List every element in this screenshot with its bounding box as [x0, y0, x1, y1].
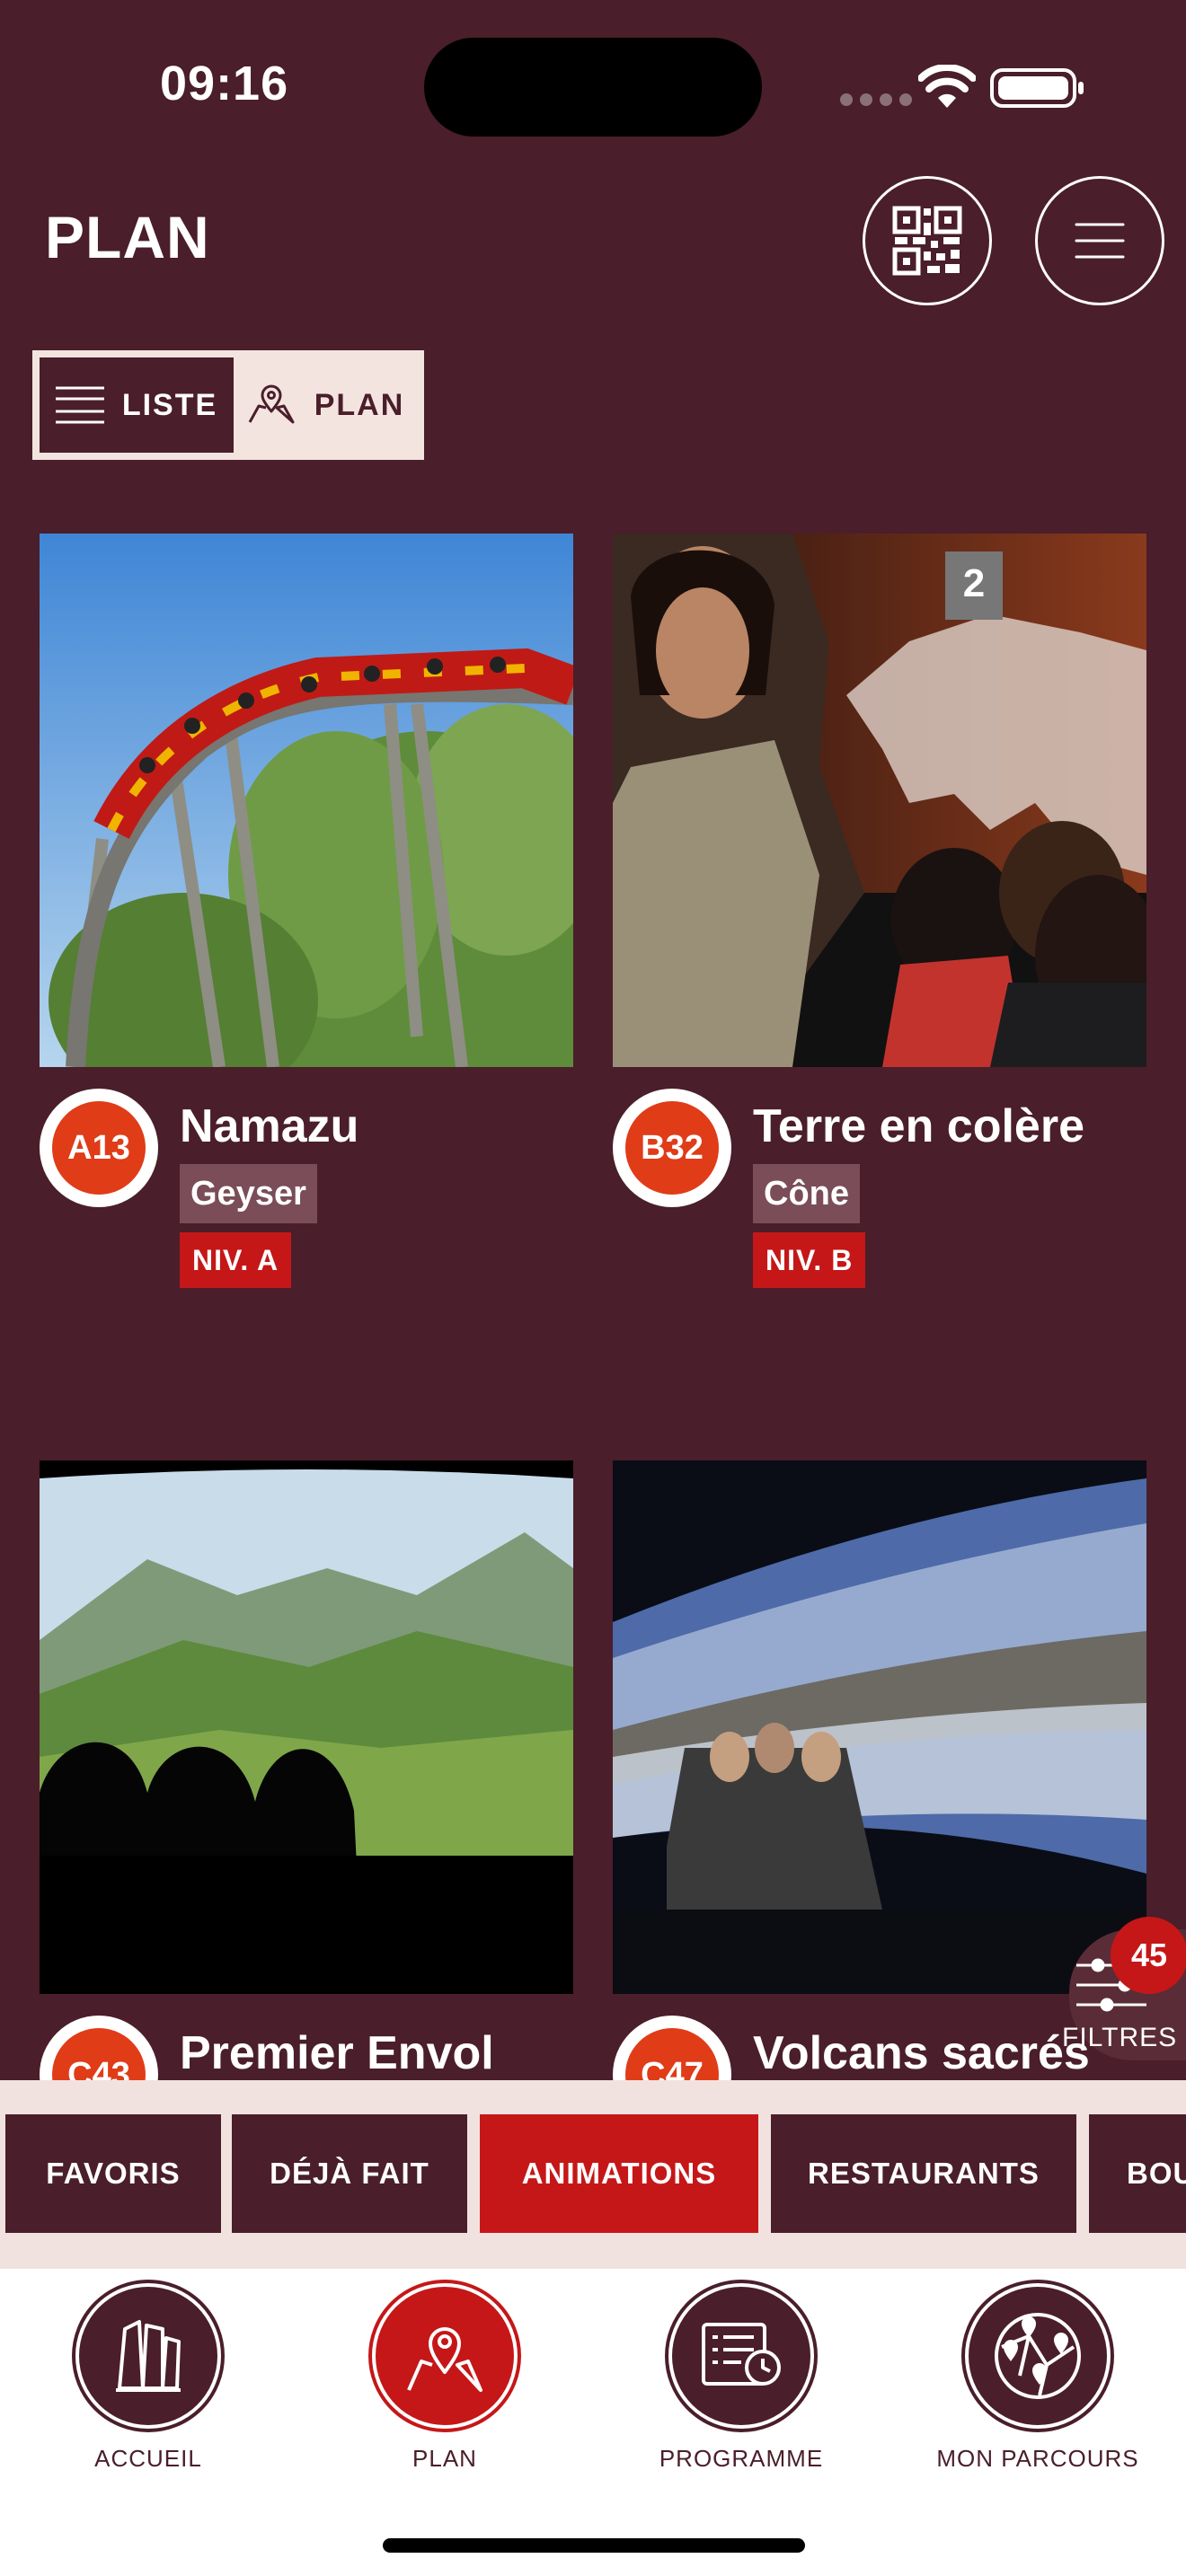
category-tabs: FAVORIS DÉJÀ FAIT ANIMATIONS RESTAURANTS…	[0, 2080, 1186, 2269]
svg-text:2: 2	[963, 561, 985, 605]
nav-plan[interactable]: PLAN	[310, 2280, 580, 2473]
filters-count-badge: 45	[1111, 1917, 1186, 1994]
attraction-card[interactable]: 2 B32 Terre en colère Cône NIV. B	[613, 534, 1146, 1288]
list-icon	[55, 386, 104, 424]
status-time: 09:16	[160, 57, 289, 110]
nav-accueil-label: ACCUEIL	[94, 2445, 202, 2472]
tab-deja-fait[interactable]: DÉJÀ FAIT	[232, 2114, 467, 2233]
battery-icon	[990, 68, 1084, 108]
attraction-image	[40, 1460, 573, 1994]
attraction-zone-tag: Cône	[753, 1164, 860, 1223]
tab-boutiques[interactable]: BOUTIQUES	[1089, 2114, 1186, 2233]
view-toggle: LISTE PLAN	[32, 350, 424, 460]
toggle-plan-button[interactable]: PLAN	[234, 357, 417, 453]
attraction-level-tag: NIV. A	[180, 1232, 292, 1288]
map-pin-icon	[407, 2327, 482, 2392]
attraction-name: Premier Envol	[180, 2027, 494, 2079]
nav-programme-label: PROGRAMME	[659, 2445, 824, 2472]
nav-mon-parcours[interactable]: MON PARCOURS	[903, 2280, 1173, 2473]
bottom-navigation: ACCUEIL PLAN PROGRAMME MON PARCOURS	[0, 2269, 1186, 2576]
filters-label: FILTRES	[1062, 2023, 1178, 2052]
cellular-signal-icon	[840, 93, 912, 106]
toggle-liste-label: LISTE	[121, 387, 218, 422]
status-bar: 09:16	[0, 0, 1186, 171]
map-icon	[248, 384, 295, 424]
building-icon	[116, 2320, 181, 2392]
tab-restaurants[interactable]: RESTAURANTS	[771, 2114, 1076, 2233]
nav-mon-parcours-label: MON PARCOURS	[936, 2445, 1139, 2472]
nav-plan-label: PLAN	[412, 2445, 477, 2472]
attraction-image	[613, 1460, 1146, 1994]
home-indicator	[383, 2538, 805, 2553]
wifi-icon	[918, 65, 976, 108]
attraction-name: Terre en colère	[753, 1100, 1085, 1152]
toggle-plan-label: PLAN	[314, 387, 405, 422]
toggle-liste-button[interactable]: LISTE	[40, 357, 234, 453]
tab-animations[interactable]: ANIMATIONS	[480, 2114, 758, 2233]
attraction-image	[40, 534, 573, 1067]
hamburger-menu-icon	[1075, 223, 1125, 259]
route-icon	[995, 2313, 1081, 2399]
attraction-card[interactable]: A13 Namazu Geyser NIV. A	[40, 534, 573, 1288]
qr-code-button[interactable]	[863, 176, 992, 305]
dynamic-island	[424, 38, 762, 137]
nav-accueil[interactable]: ACCUEIL	[13, 2280, 283, 2473]
attraction-level-tag: NIV. B	[753, 1232, 866, 1288]
attraction-name: Namazu	[180, 1100, 359, 1152]
attraction-code-badge: B32	[613, 1089, 731, 1207]
menu-button[interactable]	[1035, 176, 1164, 305]
page-title: PLAN	[45, 204, 210, 270]
attraction-name: Volcans sacrés	[753, 2027, 1090, 2079]
qr-code-icon	[892, 206, 962, 276]
attraction-code-badge: A13	[40, 1089, 158, 1207]
attraction-image: 2	[613, 534, 1146, 1067]
tab-favoris[interactable]: FAVORIS	[5, 2114, 221, 2233]
nav-programme[interactable]: PROGRAMME	[606, 2280, 876, 2473]
schedule-icon	[702, 2323, 781, 2386]
attraction-zone-tag: Geyser	[180, 1164, 317, 1223]
